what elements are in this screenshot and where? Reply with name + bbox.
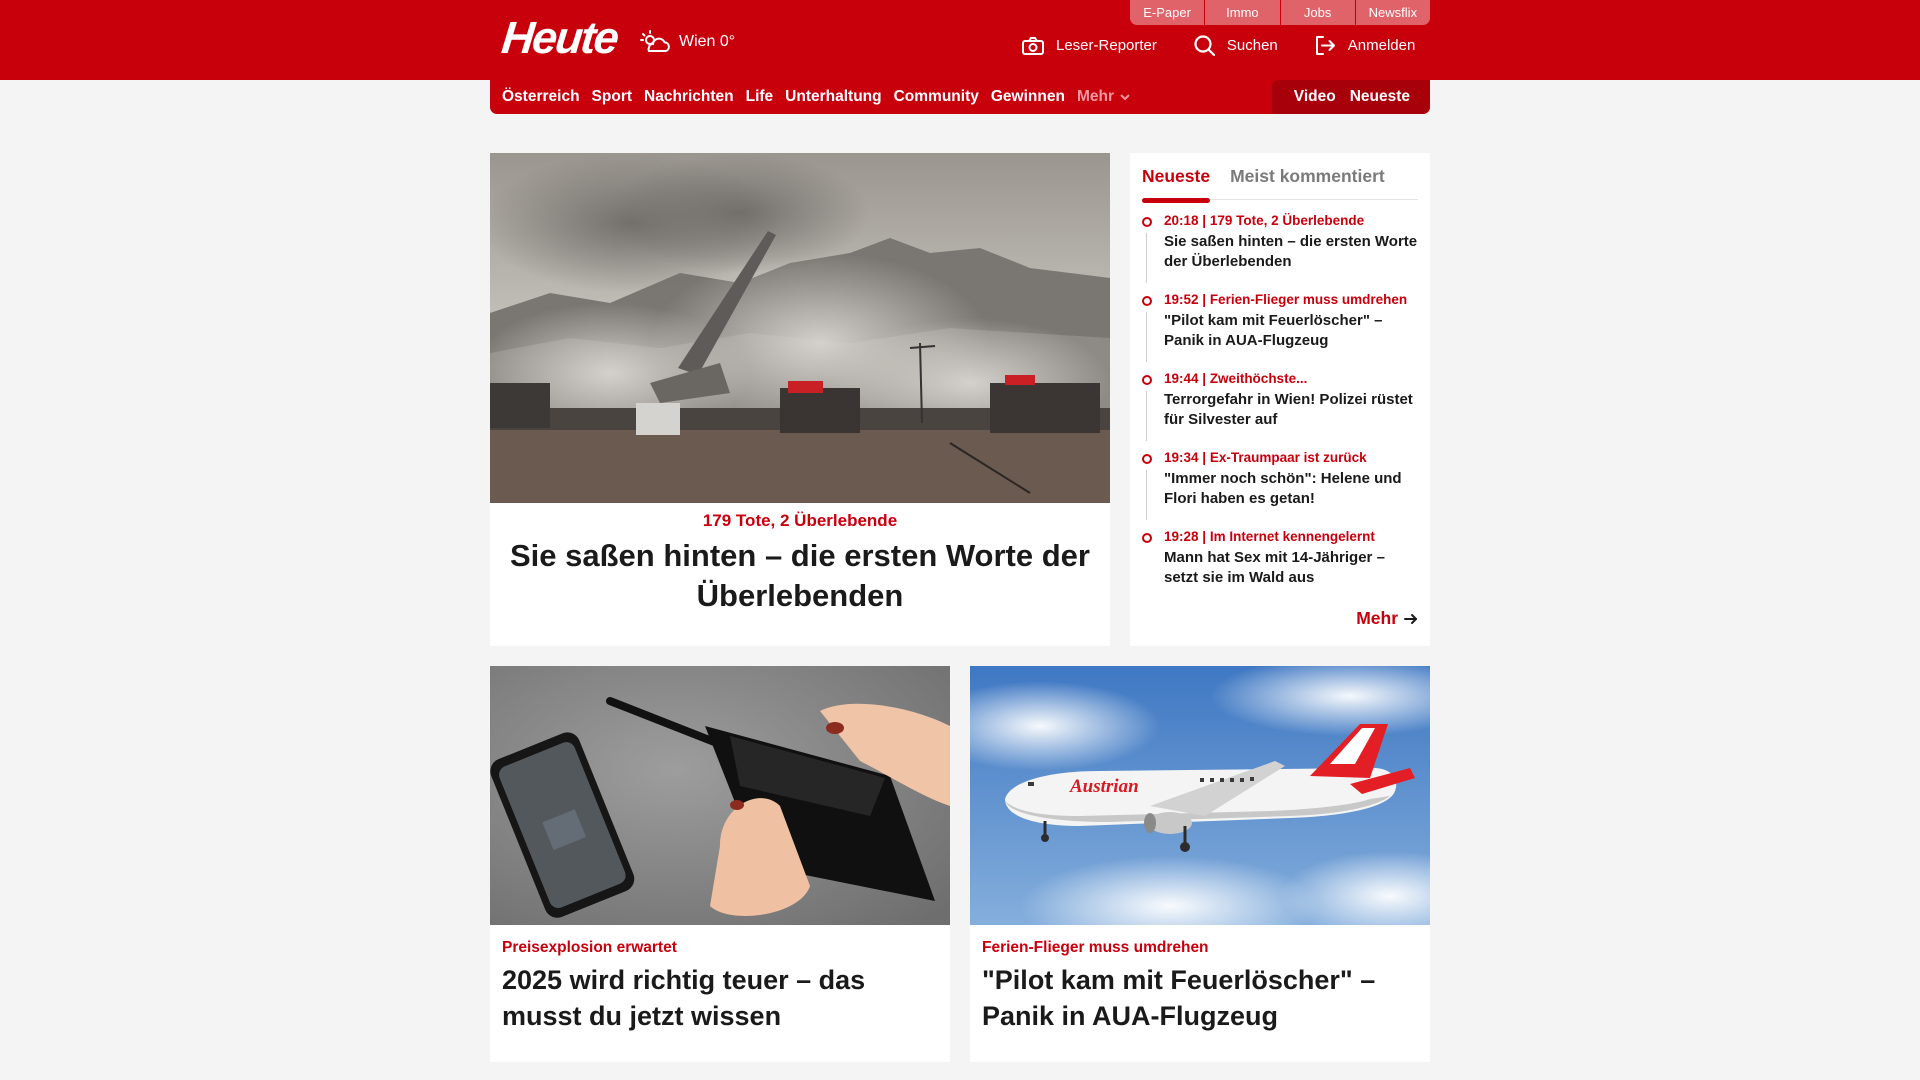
news-title[interactable]: Sie saßen hinten – die ersten Worte der … [1164,232,1422,272]
sidebar-more-link[interactable]: Mehr [1356,608,1418,629]
nav-item-oesterreich[interactable]: Österreich [502,88,580,106]
sidebar-tabs: Neueste Meist kommentiert [1142,163,1418,203]
empty-wallet-phone-image [490,666,950,925]
search-icon [1194,35,1215,56]
nav-more-label: Mehr [1076,88,1114,105]
news-item[interactable]: 19:28 | Im Internet kennengelernt Mann h… [1142,529,1422,608]
nav-item-video[interactable]: Video [1294,88,1336,106]
news-item[interactable]: 19:52 | Ferien-Flieger muss umdrehen "Pi… [1142,292,1422,371]
news-item[interactable]: 19:44 | Zweithöchste... Terrorgefahr in … [1142,371,1422,450]
hero-headline[interactable]: Sie saßen hinten – die ersten Worte der … [490,536,1110,616]
search-label: Suchen [1226,37,1278,54]
service-link-immo[interactable]: Immo [1205,0,1281,25]
timeline-line [1146,391,1147,441]
nav-item-sport[interactable]: Sport [592,88,632,106]
arrow-right-icon [1404,613,1417,624]
nav-item-neueste[interactable]: Neueste [1350,88,1410,106]
heute-logo[interactable]: Heute [499,12,619,64]
news-meta: 19:34 | Ex-Traumpaar ist zurück [1164,450,1367,465]
card-kicker: Preisexplosion erwartet [502,939,677,956]
article-card-aua[interactable]: Austrian Ferien-Flieger muss umdrehen "P… [970,666,1430,1062]
tab-neueste[interactable]: Neueste [1142,163,1211,203]
austrian-airplane-image: Austrian [970,666,1430,925]
hero-article[interactable]: 179 Tote, 2 Überlebende Sie saßen hinten… [490,153,1110,646]
timeline-dot [1142,217,1152,227]
news-title[interactable]: Mann hat Sex mit 14-Jähriger – setzt sie… [1164,548,1422,588]
news-kicker: Zweithöchste... [1209,371,1308,386]
news-time: 19:28 [1164,529,1199,544]
nav-item-nachrichten[interactable]: Nachrichten [644,88,734,106]
latest-news-sidebar: Neueste Meist kommentiert 20:18 | 179 To… [1130,153,1430,646]
news-meta: 19:52 | Ferien-Flieger muss umdrehen [1164,292,1408,307]
hero-kicker: 179 Tote, 2 Überlebende [702,511,898,530]
top-header: E-Paper Immo Jobs Newsflix Heute Wien 0°… [0,0,1920,80]
news-kicker: Ex-Traumpaar ist zurück [1209,450,1367,465]
main-nav: Österreich Sport Nachrichten Life Unterh… [490,80,1430,114]
news-time: 20:18 [1164,213,1199,228]
leser-reporter-button[interactable]: Leser-Reporter [1022,36,1157,55]
news-time: 19:52 [1164,292,1199,307]
service-link-newsflix[interactable]: Newsflix [1355,0,1430,25]
nav-item-life[interactable]: Life [746,88,774,106]
header-actions: Leser-Reporter Suchen Anmelden [1022,35,1452,56]
timeline-dot [1142,533,1152,543]
news-kicker: 179 Tote, 2 Überlebende [1209,213,1365,228]
search-button[interactable]: Suchen [1194,35,1278,56]
service-links: E-Paper Immo Jobs Newsflix [1130,0,1430,25]
news-item[interactable]: 20:18 | 179 Tote, 2 Überlebende Sie saße… [1142,213,1422,292]
service-link-jobs[interactable]: Jobs [1280,0,1356,25]
login-icon [1315,36,1335,55]
card-headline[interactable]: 2025 wird richtig teuer – das musst du j… [502,962,932,1034]
news-title[interactable]: "Immer noch schön": Helene und Flori hab… [1164,469,1422,509]
article-card-preise[interactable]: Preisexplosion erwartet 2025 wird richti… [490,666,950,1062]
news-time: 19:44 [1164,371,1199,386]
weather-text: Wien 0° [679,33,736,50]
plane-crash-smoke-image [490,153,1110,503]
service-link-epaper[interactable]: E-Paper [1130,0,1206,25]
card-kicker: Ferien-Flieger muss umdrehen [982,939,1209,956]
news-kicker: Ferien-Flieger muss umdrehen [1209,292,1408,307]
nav-item-community[interactable]: Community [894,88,979,106]
news-item[interactable]: 19:34 | Ex-Traumpaar ist zurück "Immer n… [1142,450,1422,529]
news-list: 20:18 | 179 Tote, 2 Überlebende Sie saße… [1142,213,1422,608]
nav-item-gewinnen[interactable]: Gewinnen [991,88,1065,106]
leser-reporter-label: Leser-Reporter [1056,37,1157,54]
nav-item-unterhaltung[interactable]: Unterhaltung [785,88,881,106]
nav-more-dropdown[interactable]: Mehr [1077,88,1131,106]
chevron-down-icon [1120,94,1130,101]
partly-cloudy-icon [640,30,670,52]
news-time: 19:34 [1164,450,1199,465]
timeline-dot [1142,375,1152,385]
news-meta: 20:18 | 179 Tote, 2 Überlebende [1164,213,1365,228]
camera-icon [1022,36,1044,55]
timeline-line [1146,312,1147,362]
login-label: Anmelden [1347,37,1416,54]
tab-meist-kommentiert[interactable]: Meist kommentiert [1230,163,1385,200]
timeline-dot [1142,454,1152,464]
weather-widget[interactable]: Wien 0° [640,30,735,54]
news-kicker: Im Internet kennengelernt [1209,529,1375,544]
news-title[interactable]: Terrorgefahr in Wien! Polizei rüstet für… [1164,390,1422,430]
sidebar-more-label: Mehr [1356,608,1398,628]
nav-right-section: Video Neueste [1272,80,1430,114]
news-meta: 19:28 | Im Internet kennengelernt [1164,529,1375,544]
login-button[interactable]: Anmelden [1315,36,1416,55]
news-title[interactable]: "Pilot kam mit Feuerlöscher" – Panik in … [1164,311,1422,351]
timeline-line [1146,470,1147,520]
airline-livery-text: Austrian [1069,776,1139,797]
card-headline[interactable]: "Pilot kam mit Feuerlöscher" – Panik in … [982,962,1412,1034]
timeline-line [1146,233,1147,283]
news-meta: 19:44 | Zweithöchste... [1164,371,1308,386]
timeline-dot [1142,296,1152,306]
